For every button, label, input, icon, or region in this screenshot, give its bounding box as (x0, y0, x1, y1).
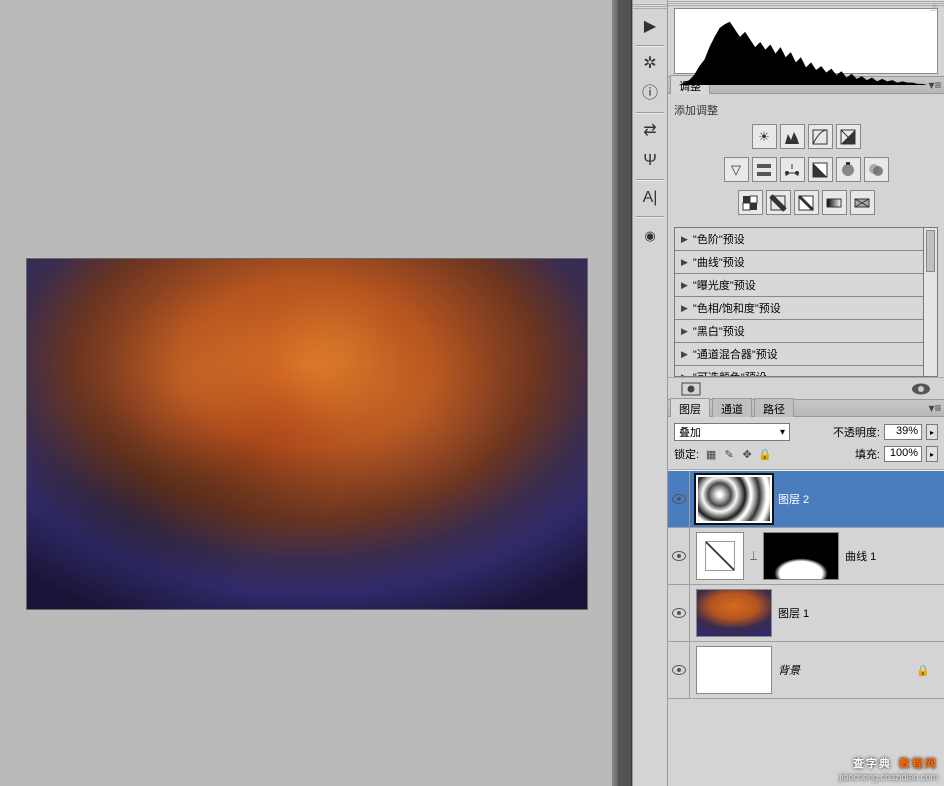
panel-grip[interactable] (668, 0, 944, 6)
tab-paths[interactable]: 路径 (754, 398, 794, 419)
layer-name[interactable]: 曲线 1 (845, 548, 876, 564)
channel-mixer-icon[interactable] (864, 157, 889, 182)
text-tool-icon[interactable]: A| (636, 185, 664, 211)
canvas-clouds-overlay (27, 259, 587, 609)
posterize-icon[interactable] (766, 190, 791, 215)
lock-transparent-icon[interactable]: ▦ (703, 446, 719, 462)
fill-flyout-icon[interactable]: ▸ (926, 446, 938, 462)
expand-arrow-icon: ▶ (681, 234, 688, 245)
tab-layers[interactable]: 图层 (670, 398, 710, 419)
layers-tab-row: 图层 通道 路径 ▾≡ (668, 399, 944, 417)
exposure-icon[interactable] (836, 124, 861, 149)
expand-arrow-icon: ▶ (681, 349, 688, 360)
lock-pixels-icon[interactable]: ✎ (721, 446, 737, 462)
layer-name[interactable]: 背景 (778, 662, 800, 678)
add-adjust-label: 添加调整 (674, 98, 938, 120)
fill-label: 填充: (855, 446, 880, 462)
preset-item-selective-color[interactable]: ▶"可选颜色"预设 (675, 366, 923, 377)
adjustment-thumbnail[interactable] (696, 532, 744, 580)
levels-icon[interactable] (780, 124, 805, 149)
dark-gutter (618, 0, 632, 786)
invert-icon[interactable] (738, 190, 763, 215)
adjust-icon-row-2: ▽ (674, 153, 938, 186)
layer-row-curves1[interactable]: ⟘ 曲线 1 (668, 528, 944, 585)
brightness-contrast-icon[interactable]: ☀ (752, 124, 777, 149)
visibility-toggle[interactable] (668, 528, 690, 584)
preset-item-channel-mixer[interactable]: ▶"通道混合器"预设 (675, 343, 923, 366)
toolbar-grip[interactable] (633, 3, 667, 9)
camera-icon[interactable]: ◉ (636, 222, 664, 248)
layer-name[interactable]: 图层 1 (778, 605, 809, 621)
vertical-toolbar: ▶ ✲ ⓘ ⇄ Ψ A| ◉ (632, 0, 668, 786)
canvas-area (0, 0, 612, 786)
eye-icon (672, 551, 686, 561)
eye-icon (672, 494, 686, 504)
layers-panel-menu-icon[interactable]: ▾≡ (926, 401, 944, 415)
visibility-toggle[interactable] (668, 585, 690, 641)
curves-icon[interactable] (808, 124, 833, 149)
black-white-icon[interactable] (808, 157, 833, 182)
opacity-input[interactable]: 39% (884, 424, 922, 440)
watermark: 查字典 教程网 jiaocheng.chazidian.com (839, 751, 938, 782)
fill-input[interactable]: 100% (884, 446, 922, 462)
selective-color-icon[interactable] (850, 190, 875, 215)
preset-list-box: ▶"色阶"预设 ▶"曲线"预设 ▶"曝光度"预设 ▶"色相/饱和度"预设 ▶"黑… (674, 227, 938, 377)
layers-controls: 叠加 不透明度: 39% ▸ 锁定: ▦ ✎ ✥ 🔒 填充: 100% ▸ (668, 417, 944, 470)
layer-row-layer2[interactable]: 图层 2 (668, 471, 944, 528)
histogram-panel[interactable]: ⚠ (674, 8, 938, 74)
expand-arrow-icon: ▶ (681, 303, 688, 314)
document-canvas[interactable] (27, 259, 587, 609)
preset-item-bw[interactable]: ▶"黑白"预设 (675, 320, 923, 343)
expand-arrow-icon: ▶ (681, 326, 688, 337)
gradient-map-icon[interactable] (822, 190, 847, 215)
preset-item-hue-sat[interactable]: ▶"色相/饱和度"预设 (675, 297, 923, 320)
layer-thumbnail[interactable] (696, 475, 772, 523)
adjust-icon-row-1: ☀ (674, 120, 938, 153)
visibility-toggle[interactable] (668, 642, 690, 698)
eye-icon (672, 608, 686, 618)
usb-icon[interactable]: Ψ (636, 148, 664, 174)
threshold-icon[interactable] (794, 190, 819, 215)
adjust-footer-row (668, 377, 944, 399)
visibility-toggle[interactable] (668, 471, 690, 527)
preset-item-levels[interactable]: ▶"色阶"预设 (675, 228, 923, 251)
layer-row-layer1[interactable]: 图层 1 (668, 585, 944, 642)
blend-mode-select[interactable]: 叠加 (674, 423, 790, 441)
adjust-icon-row-3 (674, 186, 938, 219)
preset-item-exposure[interactable]: ▶"曝光度"预设 (675, 274, 923, 297)
lock-label: 锁定: (674, 446, 699, 462)
play-icon[interactable]: ▶ (636, 14, 664, 40)
lock-icon: 🔒 (916, 664, 938, 677)
layer-list: 图层 2 ⟘ 曲线 1 图层 1 背景 🔒 (668, 470, 944, 786)
lock-position-icon[interactable]: ✥ (739, 446, 755, 462)
lock-all-icon[interactable]: 🔒 (757, 446, 773, 462)
preset-item-curves[interactable]: ▶"曲线"预设 (675, 251, 923, 274)
swatches-icon[interactable]: ⇄ (636, 118, 664, 144)
vibrance-icon[interactable]: ▽ (724, 157, 749, 182)
eye-icon (672, 665, 686, 675)
layer-name[interactable]: 图层 2 (778, 491, 809, 507)
adjust-panel: 添加调整 ☀ ▽ (668, 94, 944, 223)
hue-sat-icon[interactable] (752, 157, 777, 182)
opacity-label: 不透明度: (833, 424, 880, 440)
preset-list[interactable]: ▶"色阶"预设 ▶"曲线"预设 ▶"曝光度"预设 ▶"色相/饱和度"预设 ▶"黑… (674, 227, 924, 377)
info-icon[interactable]: ⓘ (636, 81, 664, 107)
expand-arrow-icon: ▶ (681, 280, 688, 291)
preset-scrollbar[interactable] (924, 227, 938, 377)
layer-row-background[interactable]: 背景 🔒 (668, 642, 944, 699)
tab-channels[interactable]: 通道 (712, 398, 752, 419)
photo-filter-icon[interactable] (836, 157, 861, 182)
histogram-graph (679, 9, 933, 85)
layer-mask-thumbnail[interactable] (763, 532, 839, 580)
opacity-flyout-icon[interactable]: ▸ (926, 424, 938, 440)
expand-arrow-icon: ▶ (681, 257, 688, 268)
layer-thumbnail[interactable] (696, 646, 772, 694)
wheel-icon[interactable]: ✲ (636, 51, 664, 77)
layer-thumbnail[interactable] (696, 589, 772, 637)
panels-column: ⚠ 调整 ▾≡ 添加调整 ☀ ▽ (668, 0, 944, 786)
color-balance-icon[interactable] (780, 157, 805, 182)
link-icon: ⟘ (750, 549, 757, 564)
circle-mask-icon[interactable] (910, 381, 932, 397)
rect-mask-icon[interactable] (680, 381, 702, 397)
